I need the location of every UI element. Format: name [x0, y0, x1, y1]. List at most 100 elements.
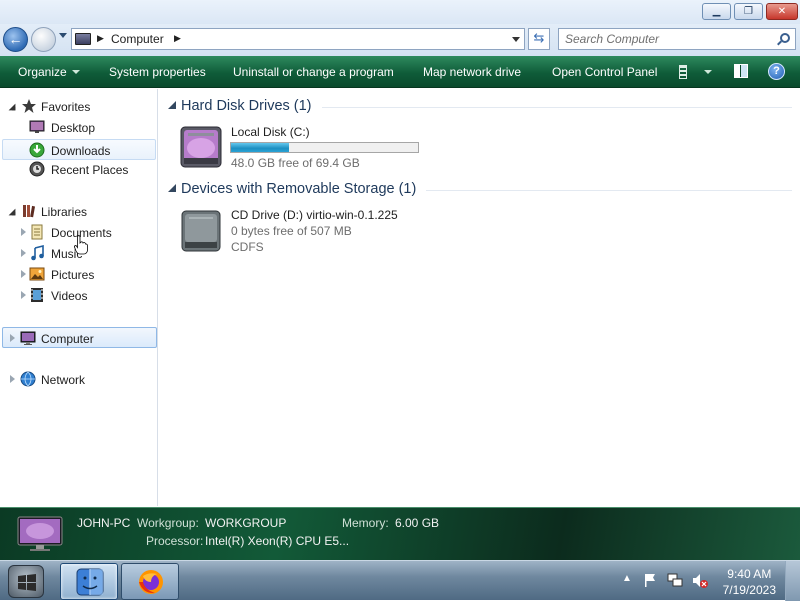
clock-date: 7/19/2023: [722, 583, 776, 597]
group-header-removable[interactable]: Devices with Removable Storage (1): [181, 181, 416, 197]
processor-label: Processor:: [146, 534, 204, 548]
libraries-icon: [23, 205, 36, 218]
title-bar: ▁ ❐ ✕: [0, 0, 800, 24]
firefox-icon: [139, 570, 163, 594]
finder-face-icon: [76, 568, 104, 596]
tree-item-pictures[interactable]: Pictures: [2, 264, 156, 285]
group-collapse-icon[interactable]: [168, 101, 176, 109]
recent-pages-dropdown[interactable]: [59, 33, 67, 38]
open-control-panel-button[interactable]: Open Control Panel: [552, 65, 657, 79]
back-arrow-icon: ←: [8, 31, 23, 47]
views-dropdown-icon[interactable]: [704, 70, 712, 74]
workgroup-value: WORKGROUP: [205, 516, 287, 530]
collapsed-arrow-icon[interactable]: [21, 228, 26, 236]
refresh-button[interactable]: ⇆: [528, 28, 550, 50]
minimize-button[interactable]: ▁: [702, 3, 731, 20]
network-status-icon[interactable]: [667, 572, 683, 588]
show-hidden-icons-icon[interactable]: ▲: [622, 573, 632, 584]
drive-name-local-disk: Local Disk (C:): [231, 125, 310, 139]
organize-dropdown-icon[interactable]: [72, 70, 80, 74]
group-header-hard-disks[interactable]: Hard Disk Drives (1): [181, 98, 312, 114]
breadcrumb-arrow-icon[interactable]: ▶: [97, 33, 104, 44]
pictures-icon: [29, 267, 45, 281]
forward-button[interactable]: [31, 27, 56, 52]
collapsed-arrow-icon[interactable]: [21, 249, 26, 257]
documents-icon: [31, 224, 43, 240]
tree-label-computer: Computer: [41, 332, 94, 346]
organize-menu[interactable]: Organize: [18, 65, 67, 79]
volume-muted-icon[interactable]: [691, 572, 708, 589]
collapsed-arrow-icon[interactable]: [21, 291, 26, 299]
desktop-icon: [29, 120, 45, 133]
group-collapse-icon[interactable]: [168, 184, 176, 192]
tree-label-libraries: Libraries: [41, 205, 88, 219]
tree-item-recent-places[interactable]: Recent Places: [2, 159, 156, 180]
videos-icon: [31, 288, 43, 302]
tree-item-videos[interactable]: Videos: [2, 285, 156, 306]
expanded-arrow-icon[interactable]: [8, 208, 16, 216]
tree-item-network[interactable]: Network: [2, 369, 156, 390]
address-dropdown-icon[interactable]: [512, 37, 520, 42]
refresh-icon: ⇆: [533, 31, 545, 46]
tree-item-downloads[interactable]: Downloads: [2, 139, 156, 160]
show-desktop-button[interactable]: [785, 561, 800, 601]
expanded-arrow-icon[interactable]: [8, 103, 16, 111]
disk-usage-bar: [230, 142, 419, 153]
map-network-drive-button[interactable]: Map network drive: [423, 65, 521, 79]
tree-label-pictures: Pictures: [51, 268, 95, 282]
close-icon: ✕: [777, 6, 787, 17]
disk-usage-fill: [231, 143, 289, 152]
computer-icon: [75, 33, 91, 45]
system-properties-button[interactable]: System properties: [109, 65, 206, 79]
collapsed-arrow-icon[interactable]: [21, 270, 26, 278]
tree-label-network: Network: [41, 373, 86, 387]
breadcrumb-arrow-icon[interactable]: ▶: [174, 33, 181, 44]
cd-drive-icon: [181, 210, 221, 252]
windows-logo-icon: [18, 574, 36, 591]
collapsed-arrow-icon[interactable]: [10, 375, 15, 383]
computer-name: JOHN-PC: [77, 516, 131, 530]
search-input[interactable]: [565, 31, 765, 47]
tree-item-libraries[interactable]: Libraries: [2, 201, 156, 222]
tree-label-desktop: Desktop: [51, 121, 96, 135]
star-icon: [22, 99, 36, 113]
group-divider: [322, 107, 792, 108]
back-button[interactable]: ←: [3, 27, 28, 52]
action-center-flag-icon[interactable]: [642, 572, 658, 588]
preview-pane-icon[interactable]: [734, 64, 748, 78]
navigation-pane: Favorites Desktop Downloads Recent Place…: [0, 89, 158, 506]
close-button[interactable]: ✕: [766, 3, 798, 20]
computer-monitor-icon: [17, 516, 63, 551]
music-icon: [31, 245, 44, 261]
hard-disk-icon: [180, 126, 222, 168]
memory-label: Memory:: [342, 516, 389, 530]
download-icon: [29, 142, 45, 158]
maximize-button[interactable]: ❐: [734, 3, 763, 20]
breadcrumb-computer[interactable]: Computer: [111, 32, 164, 46]
tree-label-videos: Videos: [51, 289, 88, 303]
tree-label-downloads: Downloads: [51, 144, 111, 158]
address-bar[interactable]: ▶ Computer ▶: [71, 28, 525, 50]
taskbar-firefox-button[interactable]: [121, 563, 179, 600]
tree-item-computer[interactable]: Computer: [2, 327, 157, 348]
drive-free-space-local-disk: 48.0 GB free of 69.4 GB: [231, 156, 360, 170]
clock-time: 9:40 AM: [727, 567, 772, 581]
search-box[interactable]: [558, 28, 796, 50]
navigation-bar: ← ▶ Computer ▶ ⇆: [0, 24, 800, 56]
help-icon[interactable]: ?: [768, 63, 785, 80]
tree-item-desktop[interactable]: Desktop: [2, 117, 156, 138]
restore-icon: ❐: [744, 6, 753, 17]
tree-label-recent-places: Recent Places: [51, 163, 129, 177]
start-button[interactable]: [8, 565, 44, 598]
system-clock[interactable]: 9:40 AM 7/19/2023: [723, 566, 776, 598]
uninstall-program-button[interactable]: Uninstall or change a program: [233, 65, 394, 79]
hand-cursor-icon: [74, 235, 88, 255]
collapsed-arrow-icon[interactable]: [10, 334, 15, 342]
taskbar-explorer-button[interactable]: [60, 563, 118, 600]
tree-item-favorites[interactable]: Favorites: [2, 96, 156, 117]
drive-filesystem-cd: CDFS: [231, 240, 264, 254]
change-view-icon[interactable]: [679, 65, 687, 79]
recent-places-icon: [29, 161, 45, 177]
search-icon[interactable]: [780, 33, 790, 43]
memory-value: 6.00 GB: [395, 516, 440, 530]
